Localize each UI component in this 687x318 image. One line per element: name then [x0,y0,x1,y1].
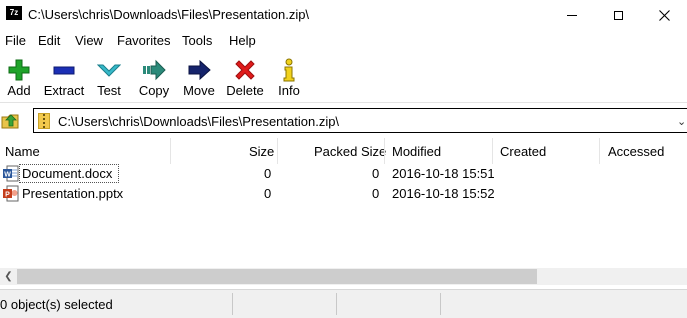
powerpoint-icon: P [3,185,19,202]
file-packed-size: 0 [372,166,380,181]
menu-help[interactable]: Help [229,33,256,48]
menu-favorites[interactable]: Favorites [117,33,170,48]
file-row[interactable]: P Presentation.pptx 0 0 2016-10-18 15:52 [0,184,687,204]
address-row: C:\Users\chris\Downloads\Files\Presentat… [0,105,687,135]
maximize-icon [613,10,623,20]
test-chevron-icon [97,64,121,77]
window-title: C:\Users\chris\Downloads\Files\Presentat… [28,7,310,22]
column-size[interactable]: Size [249,144,274,159]
move-button[interactable]: Move [180,54,218,100]
minimize-icon [567,14,577,16]
file-name: Document.docx [22,166,113,181]
extract-button[interactable]: Extract [40,54,88,100]
move-label: Move [183,83,215,98]
file-size: 0 [264,186,272,201]
menu-tools[interactable]: Tools [182,33,212,48]
address-combobox[interactable]: C:\Users\chris\Downloads\Files\Presentat… [33,108,687,133]
column-modified[interactable]: Modified [392,144,441,159]
add-button[interactable]: Add [2,54,36,100]
minus-icon [53,66,75,75]
menu-edit[interactable]: Edit [38,33,60,48]
delete-label: Delete [226,83,264,98]
svg-text:W: W [4,172,11,179]
plus-icon [8,59,30,81]
list-header: Name Size Packed Size Modified Created A… [0,138,687,164]
up-folder-button[interactable] [0,109,22,131]
status-bar: 0 object(s) selected [0,289,687,318]
close-icon [658,9,670,21]
file-packed-size: 0 [372,186,380,201]
copy-label: Copy [138,83,170,98]
extract-label: Extract [43,83,85,98]
scrollbar-thumb[interactable] [17,269,537,284]
address-path: C:\Users\chris\Downloads\Files\Presentat… [58,114,340,129]
file-modified: 2016-10-18 15:51 [392,166,495,181]
test-button[interactable]: Test [92,54,126,100]
menu-view[interactable]: View [75,33,103,48]
toolbar: Add Extract Test Copy Move Delete Info [0,52,687,103]
copy-button[interactable]: Copy [134,54,174,100]
column-created[interactable]: Created [500,144,546,159]
test-label: Test [97,83,121,98]
menu-bar: File Edit View Favorites Tools Help [0,30,687,52]
info-label: Info [278,83,300,98]
file-modified: 2016-10-18 15:52 [392,186,495,201]
word-doc-icon: W [3,165,19,182]
menu-file[interactable]: File [5,33,26,48]
column-packed-size[interactable]: Packed Size [314,144,386,159]
delete-button[interactable]: Delete [224,54,266,100]
zip-archive-icon [38,113,50,129]
column-accessed[interactable]: Accessed [608,144,664,159]
scroll-left-icon[interactable]: ❮ [0,268,17,285]
svg-text:P: P [5,192,10,199]
close-button[interactable] [641,0,687,30]
title-bar: 7z C:\Users\chris\Downloads\Files\Presen… [0,0,687,30]
add-label: Add [7,83,31,98]
chevron-down-icon[interactable]: ⌄ [677,115,686,128]
column-name[interactable]: Name [5,144,40,159]
file-row[interactable]: W Document.docx 0 0 2016-10-18 15:51 [0,164,687,184]
copy-arrow-icon [143,59,166,81]
app-icon: 7z [6,6,22,20]
horizontal-scrollbar[interactable]: ❮ [0,268,687,285]
selection-status: 0 object(s) selected [0,297,113,312]
info-button[interactable]: Info [272,54,306,100]
info-icon [283,58,295,82]
delete-x-icon [235,60,255,80]
maximize-button[interactable] [595,0,641,30]
file-name: Presentation.pptx [22,186,124,201]
move-arrow-icon [188,59,211,81]
file-size: 0 [264,166,272,181]
folder-up-icon [1,114,19,129]
minimize-button[interactable] [549,0,595,30]
